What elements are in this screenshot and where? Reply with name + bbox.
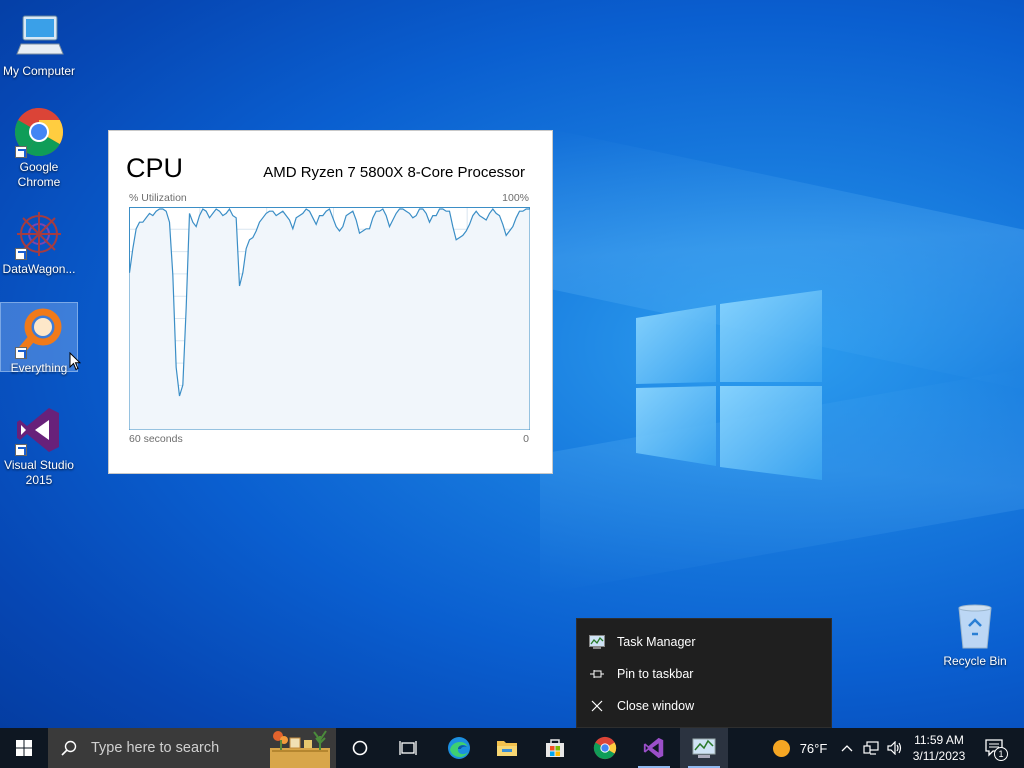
taskbar-app-file-explorer[interactable] [484,728,530,768]
x-axis-right-label: 0 [523,433,529,445]
start-button[interactable] [0,728,48,768]
clock-date: 3/11/2023 [912,749,966,763]
desktop-icon-my-computer[interactable]: My Computer [1,6,77,78]
taskbar-context-menu: Task Manager Pin to taskbar Close window [576,618,832,728]
task-view-button[interactable] [386,728,430,768]
task-manager-icon [692,738,716,758]
windows-start-icon [16,740,32,756]
search-placeholder: Type here to search [91,740,220,756]
volume-button[interactable] [884,728,906,768]
file-explorer-icon [497,741,517,756]
task-view-icon [399,741,417,755]
menu-item-label: Task Manager [617,635,696,649]
weather-temperature: 76°F [799,740,828,756]
mouse-cursor-icon [69,352,81,371]
desktop-icon-label: Google Chrome [17,160,61,189]
utilization-area [129,209,530,430]
clock[interactable]: 11:59 AM 3/11/2023 [906,728,972,768]
taskbar-app-store[interactable] [532,728,578,768]
desktop-icon-everything[interactable]: Everything [0,302,78,375]
shortcut-arrow-icon [15,444,27,456]
processor-name: AMD Ryzen 7 5800X 8-Core Processor [263,164,525,181]
menu-item-pin-to-taskbar[interactable]: Pin to taskbar [577,659,831,689]
taskbar: Type here to search 76°F 11:59 AM 3/11/2… [0,728,1024,768]
cortana-button[interactable] [338,728,382,768]
cpu-performance-widget[interactable]: CPU AMD Ryzen 7 5800X 8-Core Processor %… [108,130,553,474]
datawagon-icon [13,208,65,260]
computer-icon [13,10,65,62]
close-icon [577,700,617,712]
x-axis-left-label: 60 seconds [129,433,183,445]
desktop-icon-label: DataWagon... [2,262,76,276]
y-axis-label: % Utilization [129,192,187,204]
cpu-title: CPU [126,153,184,183]
everything-icon [13,307,65,359]
show-hidden-icons-button[interactable] [838,728,856,768]
menu-item-close-window[interactable]: Close window [577,691,831,721]
desktop-icon-visual-studio[interactable]: Visual Studio 2015 [1,400,77,488]
notification-count-badge: 1 [994,747,1008,761]
windows-logo-wallpaper [636,290,822,480]
desktop-icon-label: Visual Studio 2015 [4,458,74,487]
desktop-icon-label: Recycle Bin [943,654,1007,668]
shortcut-arrow-icon [15,347,27,359]
shortcut-arrow-icon [15,248,27,260]
cortana-icon [352,740,368,756]
pin-icon [577,668,617,680]
search-icon [61,740,77,756]
visual-studio-icon [13,404,65,456]
chrome-icon [13,106,65,158]
desktop-icon-google-chrome[interactable]: Google Chrome [1,102,77,192]
taskbar-search-box[interactable]: Type here to search [48,728,336,768]
desktop-icon-label: My Computer [2,64,76,78]
menu-item-task-manager[interactable]: Task Manager [577,627,831,657]
taskbar-app-edge[interactable] [436,728,482,768]
menu-item-label: Pin to taskbar [617,667,694,681]
visual-studio-icon [643,737,664,759]
chevron-up-icon [841,745,853,752]
shortcut-arrow-icon [15,146,27,158]
cpu-utilization-graph [129,207,530,430]
chrome-icon [593,736,617,760]
task-manager-icon [577,635,617,649]
search-highlight-illustration [270,730,330,768]
sun-icon [772,739,790,757]
microsoft-store-icon [546,739,564,757]
y-axis-max-label: 100% [502,192,529,204]
recycle-bin-icon [953,602,997,650]
desktop-icon-datawagon[interactable]: DataWagon... [1,204,77,276]
network-icon [863,741,879,755]
speaker-icon [887,741,902,755]
taskbar-app-chrome[interactable] [582,728,628,768]
network-button[interactable] [860,728,882,768]
taskbar-app-visual-studio[interactable] [630,728,678,768]
menu-item-label: Close window [617,699,695,713]
weather-widget[interactable]: 76°F [760,728,840,768]
desktop-icon-recycle-bin[interactable]: Recycle Bin [940,600,1010,668]
taskbar-app-task-manager[interactable] [680,728,728,768]
action-center-button[interactable]: 1 [978,728,1012,768]
edge-icon [448,737,470,759]
clock-time: 11:59 AM [914,733,964,747]
desktop-icon-label: Everything [10,361,68,375]
